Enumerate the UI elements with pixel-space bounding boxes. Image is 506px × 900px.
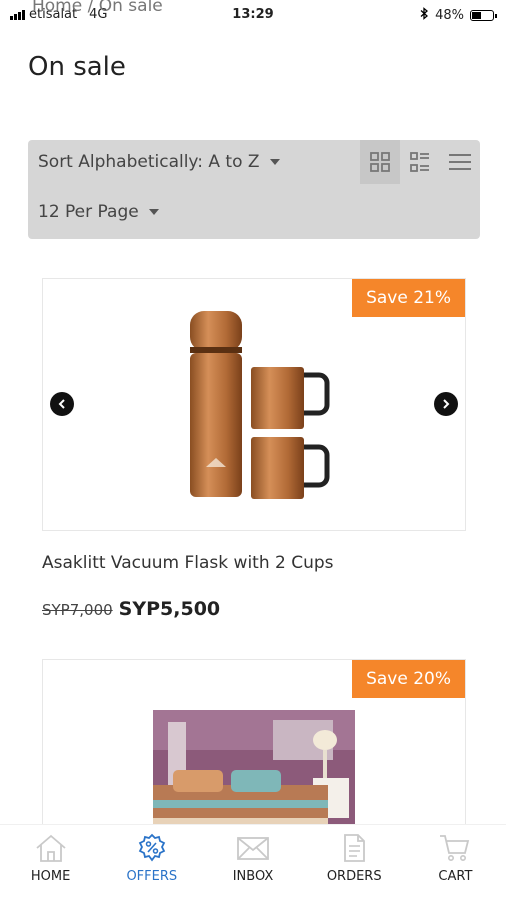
price-row: SYP7,000 SYP5,500 (42, 598, 220, 620)
bottom-nav: HOME OFFERS INBOX ORDERS CART (0, 824, 506, 900)
chevron-down-icon (269, 159, 280, 165)
nav-orders[interactable]: ORDERS (304, 825, 405, 900)
breadcrumb[interactable]: Home / On sale (32, 0, 163, 16)
page-title: On sale (28, 52, 126, 82)
nav-label: CART (438, 869, 473, 884)
grid-view-button[interactable] (360, 140, 400, 184)
sale-price: SYP5,500 (118, 598, 221, 620)
sort-label: Sort Alphabetically: A to Z (38, 152, 260, 172)
nav-offers[interactable]: OFFERS (101, 825, 202, 900)
list-grid-view-button[interactable] (400, 140, 440, 184)
nav-home[interactable]: HOME (0, 825, 101, 900)
save-badge: Save 20% (352, 660, 465, 698)
nav-cart[interactable]: CART (405, 825, 506, 900)
nav-inbox[interactable]: INBOX (202, 825, 303, 900)
cart-icon (440, 835, 470, 861)
mail-icon (237, 837, 269, 860)
battery-icon (470, 10, 497, 21)
chevron-right-icon (443, 399, 450, 409)
sort-toolbar: Sort Alphabetically: A to Z 12 Per Page (28, 140, 480, 239)
product-card-image[interactable]: Save 21% (42, 278, 466, 531)
nav-label: ORDERS (326, 869, 382, 884)
list-icon (449, 154, 471, 170)
list-grid-icon (410, 152, 429, 172)
battery-percent: 48% (435, 8, 464, 23)
nav-label: HOME (30, 869, 71, 884)
chevron-down-icon (148, 209, 159, 215)
product-name[interactable]: Asaklitt Vacuum Flask with 2 Cups (42, 553, 334, 573)
grid-icon (370, 152, 390, 172)
per-page-label: 12 Per Page (38, 202, 139, 222)
sort-dropdown[interactable]: Sort Alphabetically: A to Z (38, 152, 280, 172)
nav-label: INBOX (232, 869, 274, 884)
status-right: 48% (420, 7, 497, 24)
previous-image-button[interactable] (50, 392, 74, 416)
bluetooth-icon (420, 7, 429, 24)
save-badge: Save 21% (352, 279, 465, 317)
original-price: SYP7,000 (42, 601, 113, 619)
chevron-left-icon (58, 399, 65, 409)
nav-label: OFFERS (126, 869, 178, 884)
per-page-dropdown[interactable]: 12 Per Page (38, 202, 159, 222)
document-icon (344, 834, 366, 862)
next-image-button[interactable] (434, 392, 458, 416)
percent-icon (138, 833, 166, 862)
home-icon (36, 834, 66, 862)
view-switcher (360, 140, 480, 184)
list-view-button[interactable] (440, 140, 480, 184)
